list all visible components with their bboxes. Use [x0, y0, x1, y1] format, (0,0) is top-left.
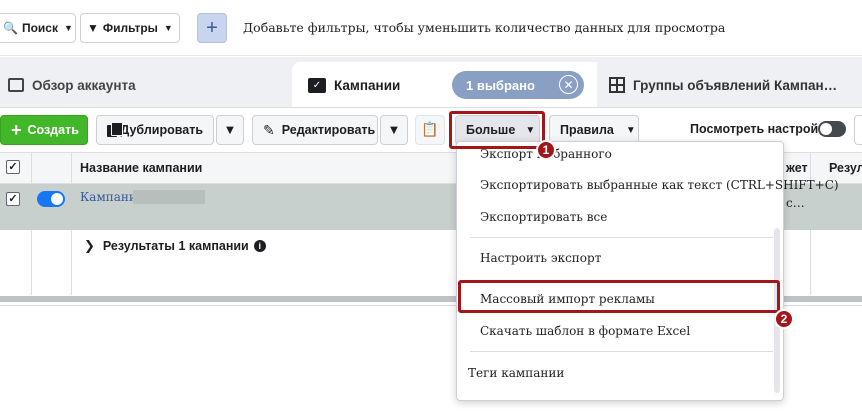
chevron-down-icon: ▼ — [625, 124, 636, 136]
chevron-down-icon: ▼ — [390, 124, 398, 136]
close-icon[interactable]: ✕ — [559, 75, 578, 94]
search-dropdown[interactable]: 🔍 Поиск ▼ — [0, 13, 76, 43]
toolbar-edge-button[interactable] — [854, 115, 862, 145]
folder-icon: ✓ — [308, 77, 326, 93]
menu-item-configure-export[interactable]: Настроить экспорт — [480, 251, 601, 265]
duplicate-button[interactable]: Дублировать — [96, 115, 214, 145]
view-settings-toggle[interactable] — [818, 121, 846, 137]
select-all-checkbox[interactable]: ✓ — [6, 160, 20, 174]
tab-account-overview[interactable]: Обзор аккаунта — [0, 62, 292, 108]
search-icon: 🔍 — [3, 21, 18, 35]
account-overview-icon — [8, 78, 24, 92]
selected-count-pill[interactable]: 1 выбрано ✕ — [452, 71, 584, 99]
column-header-campaign-name[interactable]: Название кампании — [80, 161, 202, 175]
filters-label: Фильтры — [102, 21, 158, 35]
duplicate-icon — [107, 122, 125, 138]
duplicate-menu-caret[interactable]: ▼ — [216, 115, 244, 145]
funnel-icon: ▼ — [87, 21, 99, 35]
search-label: Поиск — [21, 21, 58, 35]
grid-icon — [609, 77, 625, 93]
menu-item-export-as-text[interactable]: Экспортировать выбранные как текст (CTRL… — [480, 178, 839, 192]
clipboard-button[interactable]: 📋 — [415, 115, 445, 145]
chevron-down-icon: ▼ — [63, 23, 73, 33]
rules-label: Правила — [560, 123, 614, 137]
step-badge-2: 2 — [774, 309, 794, 329]
plus-icon: + — [11, 119, 22, 140]
view-settings-label: Посмотреть настройки — [690, 122, 833, 136]
filters-dropdown[interactable]: ▼ Фильтры ▼ — [80, 13, 180, 43]
menu-item-export-all[interactable]: Экспортировать все — [480, 210, 607, 224]
row-checkbox[interactable]: ✓ — [6, 192, 20, 206]
duplicate-label: Дублировать — [120, 123, 203, 137]
clipboard-icon: 📋 — [421, 122, 439, 138]
edit-menu-caret[interactable]: ▼ — [380, 115, 408, 145]
results-summary-row[interactable]: ❯ Результаты 1 кампании i — [84, 238, 266, 254]
divider — [470, 351, 773, 352]
chevron-down-icon: ▼ — [226, 124, 234, 136]
budget-cell: с… — [786, 196, 805, 210]
step-badge-1: 1 — [536, 140, 556, 160]
edit-button[interactable]: ✎ Редактировать — [252, 115, 378, 145]
edit-label: Редактировать — [281, 123, 376, 137]
divider — [470, 237, 773, 238]
info-icon[interactable]: i — [253, 240, 266, 252]
menu-item-download-excel-template[interactable]: Скачать шаблон в формате Excel — [480, 324, 690, 338]
filter-hint: Добавьте фильтры, чтобы уменьшить количе… — [243, 20, 726, 35]
add-filter-button[interactable]: + — [197, 13, 227, 43]
menu-item-campaign-tags[interactable]: Теги кампании — [468, 366, 564, 380]
tab-label: Обзор аккаунта — [32, 77, 136, 93]
chevron-down-icon: ▼ — [163, 23, 173, 33]
column-header-results[interactable]: Резул — [829, 161, 862, 175]
campaign-status-toggle[interactable] — [37, 191, 65, 207]
highlight-more-button — [449, 111, 545, 149]
chevron-right-icon: ❯ — [84, 238, 95, 253]
selected-count: 1 выбрано — [466, 77, 535, 93]
redacted-text — [133, 190, 205, 204]
tab-label: Группы объявлений Кампан… — [633, 77, 838, 93]
create-button[interactable]: + Создать — [0, 115, 88, 145]
plus-icon: + — [206, 16, 218, 39]
column-header-budget[interactable]: жет — [786, 161, 808, 175]
divider — [0, 107, 862, 108]
tab-ad-sets[interactable]: Группы объявлений Кампан… — [597, 62, 862, 108]
create-label: Создать — [27, 123, 79, 137]
pencil-icon: ✎ — [263, 121, 275, 138]
results-label: Результаты 1 кампании — [102, 239, 249, 253]
tab-label: Кампании — [334, 77, 401, 93]
highlight-bulk-import — [458, 280, 780, 313]
